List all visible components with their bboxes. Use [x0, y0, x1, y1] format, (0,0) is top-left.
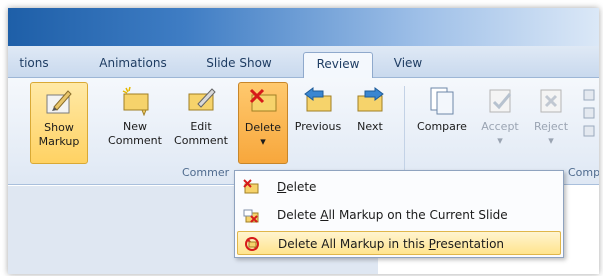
menu-item-label: Delete [277, 180, 317, 194]
menu-item-delete[interactable]: Delete [237, 175, 561, 199]
previous-comment-icon [304, 87, 332, 112]
delete-presentation-markup-icon [245, 237, 259, 251]
new-comment-icon [122, 86, 149, 116]
compare-button[interactable]: Compare [412, 82, 472, 164]
delete-slide-markup-icon [243, 209, 259, 223]
menu-item-delete-all-markup-presentation[interactable]: Delete All Markup in this Presentation [237, 231, 561, 255]
delete-comment-icon [243, 179, 259, 194]
tab-slide-show[interactable]: Slide Show [198, 52, 280, 78]
next-comment-icon [357, 87, 384, 112]
accept-label: Accept ▾ [476, 120, 524, 148]
delete-comment-button[interactable]: Delete ▾ [238, 82, 288, 164]
accept-button[interactable]: Accept ▾ [476, 82, 524, 164]
menu-item-label: Delete All Markup on the Current Slide [277, 208, 508, 222]
ribbon-tab-bar: tions Animations Slide Show Review View [8, 46, 599, 78]
tab-review[interactable]: Review [303, 52, 373, 78]
previous-label: Previous [294, 120, 342, 133]
comments-group-label: Commer [182, 166, 230, 179]
tab-transitions[interactable]: tions [8, 52, 60, 78]
reject-label: Reject ▾ [528, 120, 574, 148]
edit-comment-label: Edit Comment [174, 120, 228, 147]
menu-item-delete-all-markup-slide[interactable]: Delete All Markup on the Current Slide [237, 203, 561, 227]
show-markup-icon [46, 90, 72, 114]
reject-icon [540, 89, 562, 113]
chevron-down-icon: ▾ [260, 135, 266, 148]
powerpoint-window: tions Animations Slide Show Review View … [8, 8, 599, 274]
next-comment-button[interactable]: Next [348, 82, 392, 164]
menu-item-label: Delete All Markup in this Presentation [278, 237, 505, 251]
chevron-down-icon: ▾ [548, 134, 554, 147]
next-label: Next [357, 120, 383, 133]
ribbon-review: Show Markup New Comment Edit Comment Del… [8, 78, 599, 185]
group-separator [404, 86, 405, 180]
show-markup-button[interactable]: Show Markup [30, 82, 88, 164]
previous-comment-button[interactable]: Previous [292, 82, 344, 164]
new-comment-button[interactable]: New Comment [102, 82, 168, 164]
show-markup-label: Show Markup [38, 121, 80, 148]
delete-comment-icon [249, 88, 277, 112]
delete-dropdown-menu: Delete Delete All Markup on the Current … [234, 170, 564, 258]
chevron-down-icon: ▾ [497, 134, 503, 147]
compare-label: Compare [417, 120, 467, 133]
edit-comment-button[interactable]: Edit Comment [170, 82, 232, 164]
accept-icon [489, 89, 512, 113]
compare-group-label: Comp [568, 166, 599, 179]
tab-view[interactable]: View [386, 52, 430, 78]
edit-comment-icon [188, 88, 216, 111]
new-comment-label: New Comment [108, 120, 162, 147]
compare-icon [430, 87, 454, 115]
delete-label: Delete ▾ [239, 121, 287, 149]
more-compare-icons [583, 89, 595, 137]
tab-animations[interactable]: Animations [90, 52, 176, 78]
reject-button[interactable]: Reject ▾ [528, 82, 574, 164]
